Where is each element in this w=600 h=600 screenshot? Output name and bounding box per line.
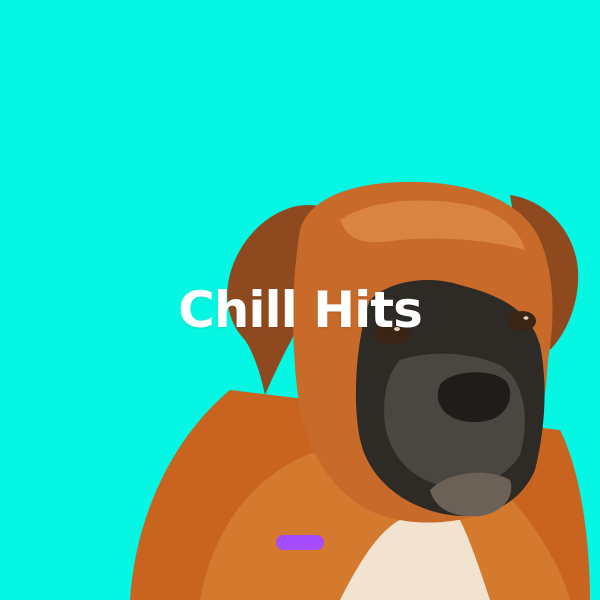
playlist-cover[interactable]: Chill Hits: [0, 0, 600, 600]
dog-nose: [437, 372, 511, 423]
playlist-title: Chill Hits: [178, 281, 423, 339]
accent-bar: [276, 535, 324, 550]
